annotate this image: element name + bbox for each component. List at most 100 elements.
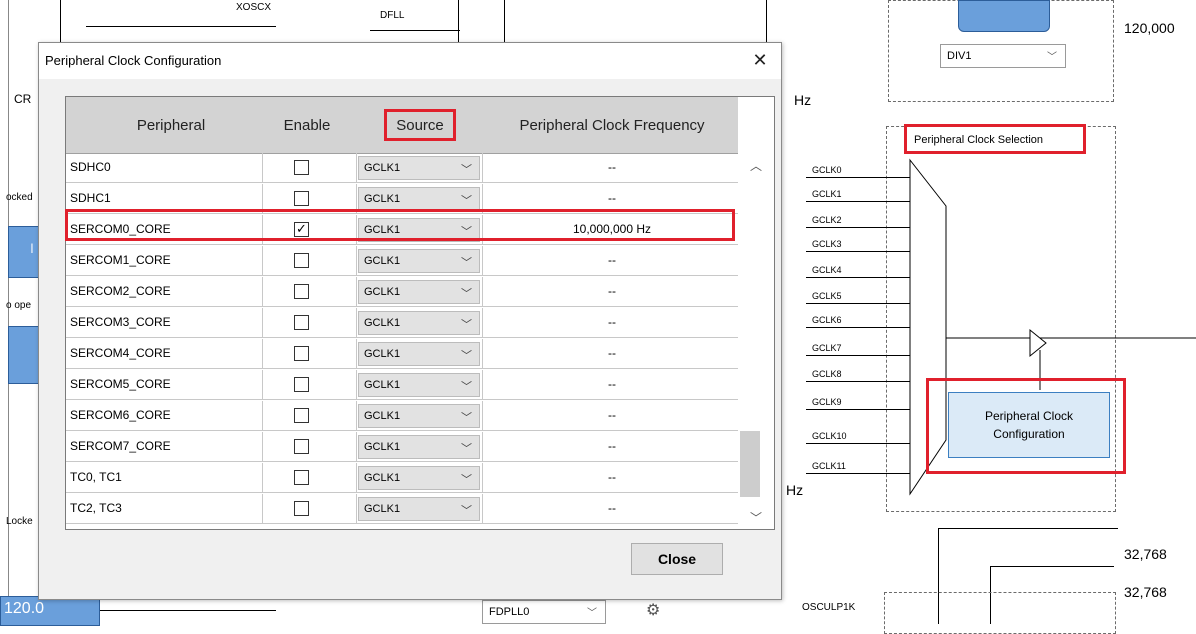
vertical-scrollbar[interactable]: ︿ ﹀	[738, 153, 774, 529]
peripheral-name: SERCOM3_CORE	[70, 315, 171, 329]
close-button[interactable]: Close	[631, 543, 723, 575]
scroll-thumb[interactable]	[740, 431, 760, 497]
column-divider	[482, 432, 483, 461]
enable-checkbox[interactable]	[294, 346, 309, 361]
buffer-triangle	[1029, 328, 1047, 358]
gclk-line	[806, 227, 910, 228]
source-select-value: GCLK1	[364, 255, 401, 267]
column-divider	[482, 401, 483, 430]
gear-icon[interactable]: ⚙	[646, 600, 660, 620]
close-icon[interactable]: ✕	[747, 47, 773, 73]
enable-checkbox[interactable]	[294, 470, 309, 485]
chevron-down-icon: ﹀	[461, 505, 472, 517]
source-select-value: GCLK1	[364, 472, 401, 484]
gclk-label: GCLK4	[812, 265, 842, 275]
source-select[interactable]: GCLK1 ﹀	[358, 435, 480, 459]
connector-line	[86, 26, 276, 27]
table-row[interactable]: TC0, TC1 GCLK1 ﹀ --	[66, 463, 738, 493]
peripheral-name: SERCOM5_CORE	[70, 377, 171, 391]
peripheral-frequency: --	[608, 253, 616, 267]
source-select[interactable]: GCLK1 ﹀	[358, 342, 480, 366]
table-row[interactable]: SDHC0 GCLK1 ﹀ --	[66, 153, 738, 183]
column-divider	[262, 308, 263, 337]
enable-checkbox[interactable]	[294, 439, 309, 454]
table-row[interactable]: SERCOM4_CORE GCLK1 ﹀ --	[66, 339, 738, 369]
source-select[interactable]: GCLK1 ﹀	[358, 466, 480, 490]
freq-32k-1: 32,768	[1124, 546, 1167, 562]
gclk-label: GCLK2	[812, 215, 842, 225]
peripheral-frequency: --	[608, 284, 616, 298]
source-select[interactable]: GCLK1 ﹀	[358, 497, 480, 521]
column-divider	[482, 246, 483, 275]
column-divider	[262, 246, 263, 275]
table-row[interactable]: SERCOM3_CORE GCLK1 ﹀ --	[66, 308, 738, 338]
peripheral-name: SERCOM2_CORE	[70, 284, 171, 298]
peripheral-name: SERCOM6_CORE	[70, 408, 171, 422]
column-header-frequency: Peripheral Clock Frequency	[519, 117, 705, 134]
peripheral-name: SERCOM1_CORE	[70, 253, 171, 267]
column-divider	[356, 432, 357, 461]
locked-label: ocked	[6, 192, 33, 203]
gclk-label: GCLK9	[812, 397, 842, 407]
gclk-label: GCLK0	[812, 165, 842, 175]
peripheral-name: SDHC0	[70, 160, 111, 174]
source-select[interactable]: GCLK1 ﹀	[358, 249, 480, 273]
enable-checkbox[interactable]	[294, 284, 309, 299]
osculp-label: OSCULP1K	[802, 602, 856, 613]
source-select[interactable]: GCLK1 ﹀	[358, 311, 480, 335]
table-row[interactable]: SERCOM7_CORE GCLK1 ﹀ --	[66, 432, 738, 462]
source-select[interactable]: GCLK1 ﹀	[358, 373, 480, 397]
column-divider	[262, 339, 263, 368]
left-block-1	[8, 226, 42, 278]
highlight-box-config	[926, 378, 1126, 474]
enable-checkbox[interactable]	[294, 377, 309, 392]
column-divider	[262, 401, 263, 430]
column-divider	[356, 494, 357, 523]
scroll-down-icon[interactable]: ﹀	[750, 509, 762, 526]
table-row[interactable]: TC2, TC3 GCLK1 ﹀ --	[66, 494, 738, 524]
peripheral-frequency: --	[608, 470, 616, 484]
gclk-line	[806, 177, 910, 178]
column-divider	[482, 339, 483, 368]
column-divider	[262, 153, 263, 182]
source-select[interactable]: GCLK1 ﹀	[358, 187, 480, 211]
peripheral-frequency: --	[608, 191, 616, 205]
div-select[interactable]: DIV1 ﹀	[940, 44, 1066, 68]
gclk-line	[806, 355, 910, 356]
hz-label-low: Hz	[786, 482, 804, 498]
source-select[interactable]: GCLK1 ﹀	[358, 404, 480, 428]
peripheral-name: SERCOM7_CORE	[70, 439, 171, 453]
column-divider	[356, 339, 357, 368]
dfll-label: DFLL	[380, 10, 405, 21]
peripheral-name: SDHC1	[70, 191, 111, 205]
cr-label: CR	[14, 92, 32, 106]
scroll-up-icon[interactable]: ︿	[750, 157, 762, 174]
enable-checkbox[interactable]	[294, 253, 309, 268]
table-row[interactable]: SERCOM2_CORE GCLK1 ﹀ --	[66, 277, 738, 307]
enable-checkbox[interactable]	[294, 501, 309, 516]
enable-checkbox[interactable]	[294, 160, 309, 175]
left-edge-line	[8, 0, 9, 624]
gclk-line	[806, 201, 910, 202]
column-divider	[356, 277, 357, 306]
chevron-down-icon: ﹀	[461, 257, 472, 269]
table-row[interactable]: SERCOM5_CORE GCLK1 ﹀ --	[66, 370, 738, 400]
freq-32k-2: 32,768	[1124, 584, 1167, 600]
enable-checkbox[interactable]	[294, 191, 309, 206]
source-select-value: GCLK1	[364, 348, 401, 360]
gclk-line	[806, 443, 910, 444]
gclk-line	[806, 277, 910, 278]
table-row[interactable]: SERCOM1_CORE GCLK1 ﹀ --	[66, 246, 738, 276]
column-divider	[482, 308, 483, 337]
enable-checkbox[interactable]	[294, 315, 309, 330]
source-select-value: GCLK1	[364, 162, 401, 174]
peripheral-frequency: --	[608, 377, 616, 391]
source-select[interactable]: GCLK1 ﹀	[358, 156, 480, 180]
column-divider	[262, 432, 263, 461]
div-block-header	[958, 0, 1050, 32]
source-select[interactable]: GCLK1 ﹀	[358, 280, 480, 304]
enable-checkbox[interactable]	[294, 408, 309, 423]
fdpll-select[interactable]: FDPLL0 ﹀	[482, 600, 606, 624]
chevron-down-icon: ﹀	[461, 319, 472, 331]
table-row[interactable]: SERCOM6_CORE GCLK1 ﹀ --	[66, 401, 738, 431]
